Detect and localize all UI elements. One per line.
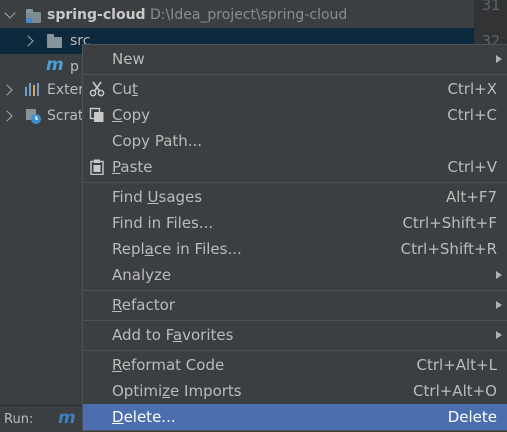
submenu-arrow-icon: [496, 271, 502, 279]
shortcut: Ctrl+Shift+F: [402, 214, 497, 232]
menu-item-find-in-files[interactable]: Find in Files... Ctrl+Shift+F: [83, 210, 507, 236]
shortcut: Ctrl+Alt+O: [413, 382, 497, 400]
maven-icon: m: [46, 55, 64, 75]
clipboard-icon: [90, 159, 104, 175]
menu-separator: [84, 350, 507, 351]
shortcut: Ctrl+X: [447, 80, 497, 98]
label-text: Cu: [112, 80, 132, 98]
mnemonic-letter: R: [112, 296, 122, 314]
submenu-arrow-icon: [496, 55, 502, 63]
menu-item-label: Delete...: [112, 404, 176, 430]
chevron-down-icon[interactable]: [4, 7, 16, 19]
menu-item-label: Optimize Imports: [112, 378, 242, 404]
scratches-label: Scrat: [47, 108, 84, 124]
menu-item-refactor[interactable]: Refactor: [83, 292, 507, 318]
shortcut: Ctrl+Shift+R: [400, 240, 497, 258]
project-name: spring-cloud: [47, 7, 146, 23]
folder-icon: [47, 34, 62, 48]
line-number: 31: [482, 0, 501, 14]
chevron-right-icon[interactable]: [1, 84, 13, 96]
mnemonic-letter: D: [112, 408, 124, 426]
project-path: D:\Idea_project\spring-cloud: [150, 7, 348, 23]
shortcut: Ctrl+Alt+L: [416, 356, 498, 374]
mnemonic-letter: t: [131, 80, 138, 98]
shortcut: Delete: [447, 408, 497, 426]
menu-separator: [84, 74, 507, 75]
tree-row-project[interactable]: spring-cloud D:\Idea_project\spring-clou…: [0, 2, 475, 28]
menu-item-find-usages[interactable]: Find Usages Alt+F7: [83, 184, 507, 210]
menu-separator: [84, 182, 507, 183]
menu-item-delete[interactable]: Delete... Delete: [83, 404, 507, 430]
menu-item-copy-path[interactable]: Copy Path...: [83, 128, 507, 154]
copy-icon: [89, 107, 104, 122]
mnemonic-letter: a: [144, 240, 154, 258]
label-text: e Imports: [170, 382, 242, 400]
menu-item-label: Refactor: [112, 292, 175, 318]
menu-item-label: Add to Favorites: [112, 322, 233, 348]
label-text: Find: [112, 188, 148, 206]
mnemonic-letter: U: [147, 188, 159, 206]
menu-item-cut[interactable]: Cut Ctrl+X: [83, 76, 507, 102]
project-folder-icon: [26, 9, 41, 23]
menu-item-replace-in-files[interactable]: Replace in Files... Ctrl+Shift+R: [83, 236, 507, 262]
label-text: Optimi: [112, 382, 163, 400]
menu-separator: [84, 290, 507, 291]
menu-item-add-to-favorites[interactable]: Add to Favorites: [83, 322, 507, 348]
submenu-arrow-icon: [496, 331, 502, 339]
label-text: vorites: [182, 326, 234, 344]
scratches-icon: [26, 109, 41, 124]
shortcut: Alt+F7: [445, 188, 497, 206]
label-text: Repl: [112, 240, 145, 258]
menu-item-optimize-imports[interactable]: Optimize Imports Ctrl+Alt+O: [83, 378, 507, 404]
menu-item-label: Copy: [112, 102, 150, 128]
library-icon: [25, 83, 41, 96]
menu-item-label: Replace in Files...: [112, 236, 242, 262]
menu-item-new[interactable]: New: [83, 46, 507, 72]
label-text: opy: [122, 106, 151, 124]
mnemonic-letter: z: [162, 382, 171, 400]
label-text: Add to F: [112, 326, 173, 344]
menu-item-label: New: [112, 50, 145, 68]
shortcut: Ctrl+V: [447, 158, 497, 176]
menu-item-label: Copy Path...: [112, 132, 203, 150]
menu-item-label: Cut: [112, 76, 138, 102]
mnemonic-letter: C: [112, 106, 123, 124]
menu-item-label: Reformat Code: [112, 352, 224, 378]
menu-item-label: Find in Files...: [112, 214, 214, 232]
chevron-right-icon[interactable]: [1, 110, 13, 122]
menu-item-analyze[interactable]: Analyze: [83, 262, 507, 288]
run-label: Run:: [4, 412, 34, 427]
label-text: aste: [120, 158, 153, 176]
label-text: ce in Files...: [153, 240, 242, 258]
menu-item-label: Paste: [112, 154, 153, 180]
scissors-icon: [89, 81, 105, 97]
menu-item-label: Analyze: [112, 266, 172, 284]
label-text: sages: [158, 188, 203, 206]
label-text: elete...: [123, 408, 176, 426]
menu-item-copy[interactable]: Copy Ctrl+C: [83, 102, 507, 128]
mnemonic-letter: a: [172, 326, 183, 344]
menu-item-label: Find Usages: [112, 184, 202, 210]
label-text: efactor: [121, 296, 175, 314]
external-libraries-label: Exter: [47, 82, 84, 98]
submenu-arrow-icon: [496, 301, 502, 309]
menu-separator: [84, 320, 507, 321]
maven-icon[interactable]: m: [58, 408, 76, 428]
label-text: eformat Code: [121, 356, 225, 374]
menu-item-paste[interactable]: Paste Ctrl+V: [83, 154, 507, 180]
shortcut: Ctrl+C: [447, 106, 497, 124]
context-menu: New Cut Ctrl+X Copy Ctrl+C Copy Path... …: [82, 44, 507, 431]
mnemonic-letter: R: [112, 356, 122, 374]
chevron-right-icon[interactable]: [22, 35, 34, 47]
menu-item-reformat-code[interactable]: Reformat Code Ctrl+Alt+L: [83, 352, 507, 378]
